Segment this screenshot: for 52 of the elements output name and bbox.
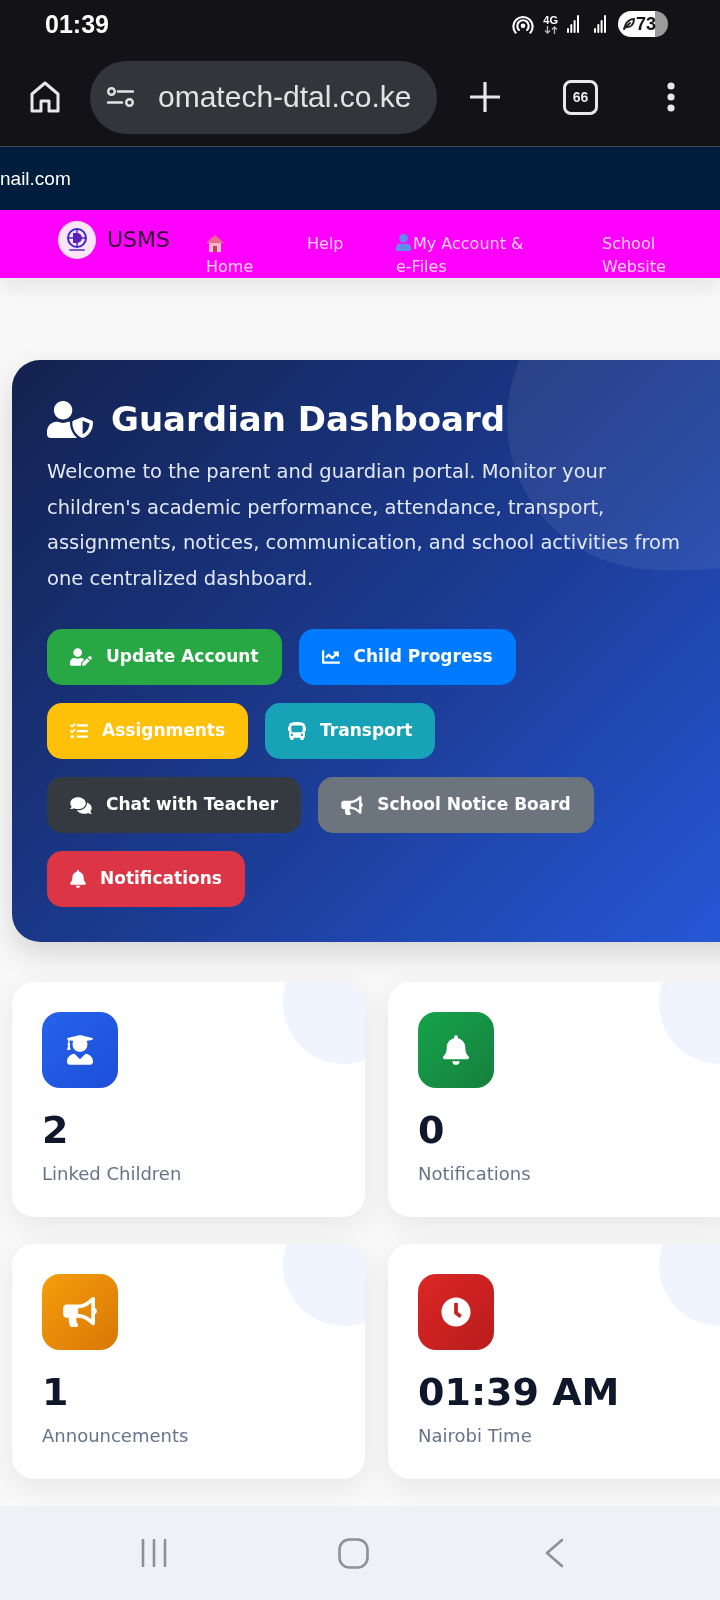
action-button[interactable]: Notifications xyxy=(47,851,245,907)
nav-link[interactable]: Home xyxy=(206,232,254,278)
address-bar[interactable]: omatech-dtal.co.ke xyxy=(90,60,437,134)
new-tab-icon[interactable] xyxy=(470,82,500,112)
user-shield-icon xyxy=(47,400,93,438)
menu-icon[interactable] xyxy=(667,82,675,112)
logo-icon xyxy=(58,221,96,259)
line-chart-icon xyxy=(321,648,340,666)
nav-link[interactable]: Help xyxy=(307,232,344,255)
network-type: 4G xyxy=(543,14,558,26)
hotspot-icon xyxy=(512,14,535,34)
contact-email: nail.com xyxy=(0,169,71,188)
chat-bubbles-icon xyxy=(70,795,92,815)
signal-icon xyxy=(594,15,606,33)
checklist-icon xyxy=(70,722,88,740)
stat-label: Announcements xyxy=(42,1424,189,1448)
megaphone-icon xyxy=(42,1274,118,1350)
action-button[interactable]: School Notice Board xyxy=(318,777,594,833)
action-button[interactable]: Chat with Teacher xyxy=(47,777,302,833)
recent-apps-icon[interactable] xyxy=(141,1539,167,1567)
back-icon[interactable] xyxy=(544,1538,564,1568)
stat-value: 01:39 AM xyxy=(418,1370,620,1414)
data-arrows-icon xyxy=(543,25,558,34)
stat-label: Nairobi Time xyxy=(418,1424,532,1448)
nav-link[interactable]: My Account & e-Files xyxy=(396,232,536,278)
action-button[interactable]: Update Account xyxy=(47,629,282,685)
signal-icon xyxy=(567,15,579,33)
brand-link[interactable]: USMS xyxy=(58,221,170,259)
battery-level-text: 73 xyxy=(636,15,657,33)
stat-value: 2 xyxy=(42,1108,69,1152)
bell-icon xyxy=(70,870,86,888)
bus-icon xyxy=(288,722,307,740)
site-settings-icon[interactable] xyxy=(107,87,134,107)
stat-label: Notifications xyxy=(418,1162,531,1186)
tab-switcher-button[interactable]: 66 xyxy=(563,79,598,115)
person-icon xyxy=(396,234,411,251)
stat-value: 0 xyxy=(418,1108,445,1152)
hero-description: Welcome to the parent and guardian portal. Monitor your children's academic performance, attendance, transport, assignments, notices, communication, and school activities from one centralized dashboard. xyxy=(47,459,681,592)
stat-label: Linked Children xyxy=(42,1162,182,1186)
house-icon xyxy=(206,235,224,252)
megaphone-icon xyxy=(341,795,364,815)
graduate-icon xyxy=(42,1012,118,1088)
clock-icon xyxy=(418,1274,494,1350)
action-button[interactable]: Transport xyxy=(265,703,436,759)
user-edit-icon xyxy=(70,648,92,666)
stat-value: 1 xyxy=(42,1370,69,1414)
bell-icon xyxy=(418,1012,494,1088)
status-time: 01:39 xyxy=(45,11,109,37)
hero-title: Guardian Dashboard xyxy=(111,398,506,440)
nav-link[interactable]: School Website xyxy=(602,232,682,278)
action-button[interactable]: Child Progress xyxy=(298,629,516,685)
leaf-icon xyxy=(623,18,635,30)
